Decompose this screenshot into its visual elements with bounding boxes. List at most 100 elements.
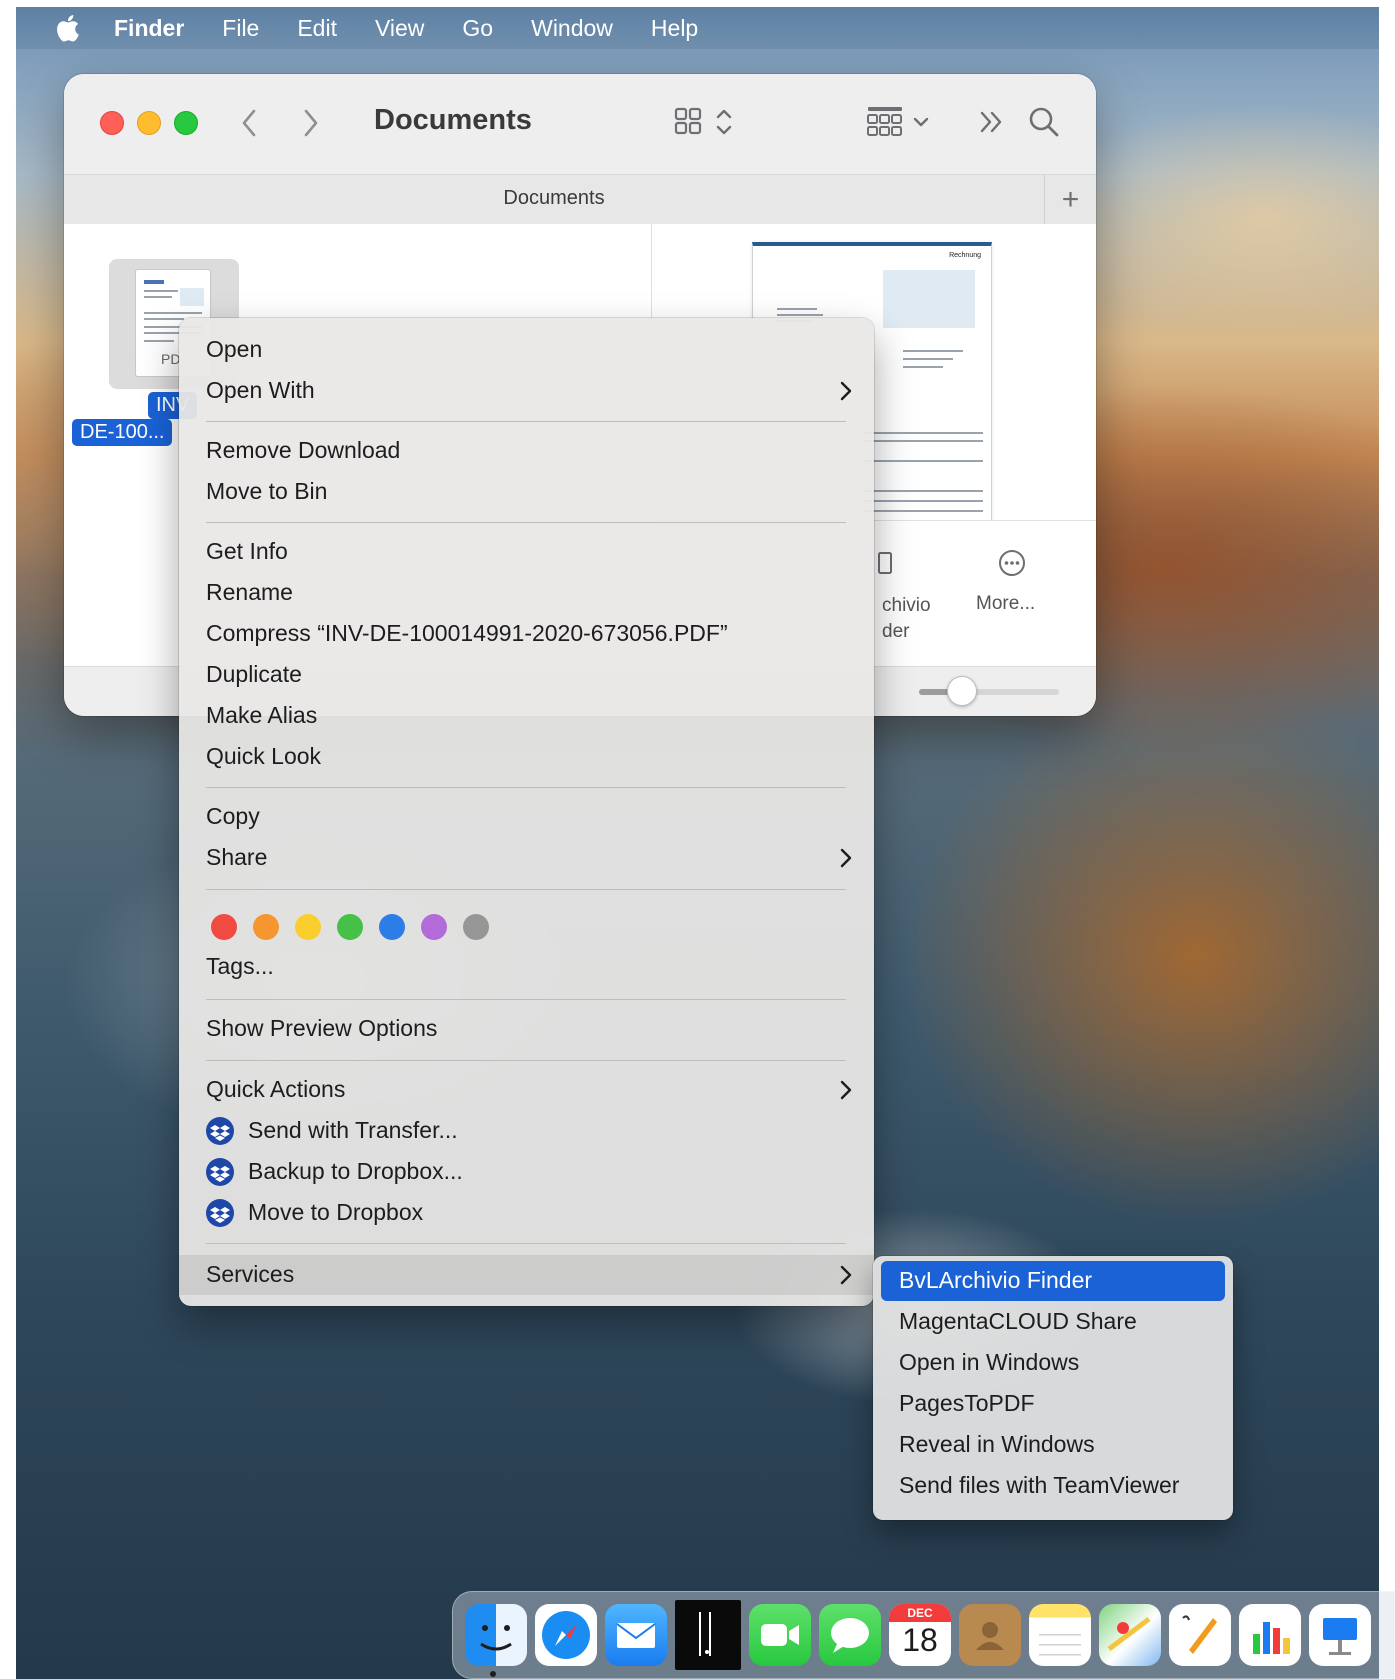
menu-item-make-alias[interactable]: Make Alias: [179, 696, 874, 736]
forward-chevron-icon[interactable]: [296, 106, 326, 140]
tag-purple-dot[interactable]: [421, 914, 447, 940]
menu-item-duplicate[interactable]: Duplicate: [179, 655, 874, 695]
menu-item-open[interactable]: Open: [179, 330, 874, 370]
menu-go[interactable]: Go: [462, 15, 493, 42]
safari-app-icon[interactable]: [535, 1604, 597, 1666]
menu-item-label: Tags...: [206, 953, 274, 979]
menu-item-backup-to-dropbox[interactable]: Backup to Dropbox...: [179, 1152, 874, 1192]
service-reveal-in-windows[interactable]: Reveal in Windows: [881, 1425, 1225, 1465]
dropbox-icon: [206, 1199, 234, 1227]
icon-view-grid-icon[interactable]: [674, 102, 740, 142]
menu-item-tags[interactable]: Tags...: [179, 947, 874, 987]
menu-item-compress[interactable]: Compress “INV-DE-100014991-2020-673056.P…: [179, 614, 874, 654]
more-action-label[interactable]: More...: [976, 593, 1035, 615]
menu-item-label: Send with Transfer...: [248, 1117, 458, 1143]
pages-app-icon[interactable]: [1169, 1604, 1231, 1666]
finder-app-icon[interactable]: [465, 1604, 527, 1666]
preview-text-line: [903, 350, 963, 352]
menu-item-share[interactable]: Share: [179, 838, 874, 878]
apple-logo-icon[interactable]: [54, 13, 82, 43]
menu-item-label: Quick Actions: [206, 1076, 346, 1102]
more-toolbar-items-icon[interactable]: [974, 104, 1010, 140]
facetime-app-icon[interactable]: [749, 1604, 811, 1666]
tag-yellow-dot[interactable]: [295, 914, 321, 940]
menu-item-move-to-dropbox[interactable]: Move to Dropbox: [179, 1193, 874, 1233]
maps-app-icon[interactable]: [1099, 1604, 1161, 1666]
service-pagestopdf[interactable]: PagesToPDF: [881, 1384, 1225, 1424]
context-menu: Open Open With Remove Download Move to B…: [179, 318, 874, 1306]
preview-text-line: [777, 314, 823, 316]
menu-item-label: Move to Dropbox: [248, 1199, 424, 1225]
slider-knob[interactable]: [947, 676, 977, 706]
menu-item-label: Duplicate: [206, 661, 302, 687]
service-label: PagesToPDF: [899, 1390, 1035, 1416]
service-label: Open in Windows: [899, 1349, 1080, 1375]
numbers-app-icon[interactable]: [1239, 1604, 1301, 1666]
menu-item-copy[interactable]: Copy: [179, 797, 874, 837]
messages-app-icon[interactable]: [819, 1604, 881, 1666]
menu-item-label: Open With: [206, 377, 315, 403]
notes-app-icon[interactable]: [1029, 1604, 1091, 1666]
menu-item-send-with-transfer[interactable]: Send with Transfer...: [179, 1111, 874, 1151]
menu-item-label: Quick Look: [206, 743, 322, 769]
menu-bar: Finder File Edit View Go Window Help: [16, 7, 1379, 49]
menu-edit[interactable]: Edit: [297, 15, 337, 42]
archivio-action-label[interactable]: chivio der: [882, 593, 931, 645]
menu-window[interactable]: Window: [531, 15, 613, 42]
menu-item-label: Remove Download: [206, 437, 401, 463]
close-window-button[interactable]: [100, 111, 124, 135]
file-name-line-2: DE-100...: [72, 419, 173, 446]
menu-item-services[interactable]: Services: [179, 1255, 874, 1295]
ellipsis-circle-icon[interactable]: [997, 548, 1027, 583]
menu-file[interactable]: File: [222, 15, 259, 42]
service-open-in-windows[interactable]: Open in Windows: [881, 1343, 1225, 1383]
menu-separator: [206, 889, 846, 890]
menu-help[interactable]: Help: [651, 15, 698, 42]
dropbox-icon: [206, 1117, 234, 1145]
menu-item-label: Show Preview Options: [206, 1015, 438, 1041]
icon-size-slider[interactable]: [919, 676, 1096, 706]
terminal-app-icon[interactable]: [675, 1600, 741, 1670]
archivio-action-icon[interactable]: [878, 551, 892, 580]
tag-green-dot[interactable]: [337, 914, 363, 940]
menu-item-get-info[interactable]: Get Info: [179, 532, 874, 572]
service-send-files-with-teamviewer[interactable]: Send files with TeamViewer: [881, 1466, 1225, 1506]
tag-orange-dot[interactable]: [253, 914, 279, 940]
back-chevron-icon[interactable]: [234, 106, 264, 140]
tag-blue-dot[interactable]: [379, 914, 405, 940]
zoom-window-button[interactable]: [174, 111, 198, 135]
mail-app-icon[interactable]: [605, 1604, 667, 1666]
archivio-label-line-2: der: [882, 621, 910, 642]
chevron-right-icon: [840, 380, 852, 407]
menu-view[interactable]: View: [375, 15, 424, 42]
menu-item-quick-actions[interactable]: Quick Actions: [179, 1070, 874, 1110]
menu-separator: [206, 787, 846, 788]
menu-item-quick-look[interactable]: Quick Look: [179, 737, 874, 777]
tag-gray-dot[interactable]: [463, 914, 489, 940]
service-bvlarchivio-finder[interactable]: BvLArchivio Finder: [881, 1261, 1225, 1301]
service-magentacloud-share[interactable]: MagentaCLOUD Share: [881, 1302, 1225, 1342]
menu-item-label: Copy: [206, 803, 260, 829]
preview-text-line: [863, 432, 983, 434]
menu-item-open-with[interactable]: Open With: [179, 371, 874, 411]
menu-item-remove-download[interactable]: Remove Download: [179, 431, 874, 471]
menu-item-move-to-bin[interactable]: Move to Bin: [179, 472, 874, 512]
group-by-icon[interactable]: [866, 102, 936, 142]
services-submenu: BvLArchivio Finder MagentaCLOUD Share Op…: [873, 1256, 1233, 1520]
window-toolbar: Documents Documents +: [64, 74, 1096, 225]
minimize-window-button[interactable]: [137, 111, 161, 135]
menu-item-show-preview-options[interactable]: Show Preview Options: [179, 1009, 874, 1049]
archivio-label-line-1: chivio: [882, 595, 931, 616]
menu-item-label: Share: [206, 844, 268, 870]
keynote-app-icon[interactable]: [1309, 1604, 1371, 1666]
chevron-right-icon: [840, 1264, 852, 1291]
calendar-app-icon[interactable]: DEC 18: [889, 1604, 951, 1666]
new-tab-button[interactable]: +: [1044, 175, 1096, 225]
tab-documents[interactable]: Documents: [64, 187, 1044, 210]
menu-finder[interactable]: Finder: [114, 15, 184, 42]
tag-red-dot[interactable]: [211, 914, 237, 940]
preview-heading: Rechnung: [949, 252, 981, 259]
contacts-app-icon[interactable]: [959, 1604, 1021, 1666]
menu-item-rename[interactable]: Rename: [179, 573, 874, 613]
search-icon[interactable]: [1024, 102, 1064, 142]
